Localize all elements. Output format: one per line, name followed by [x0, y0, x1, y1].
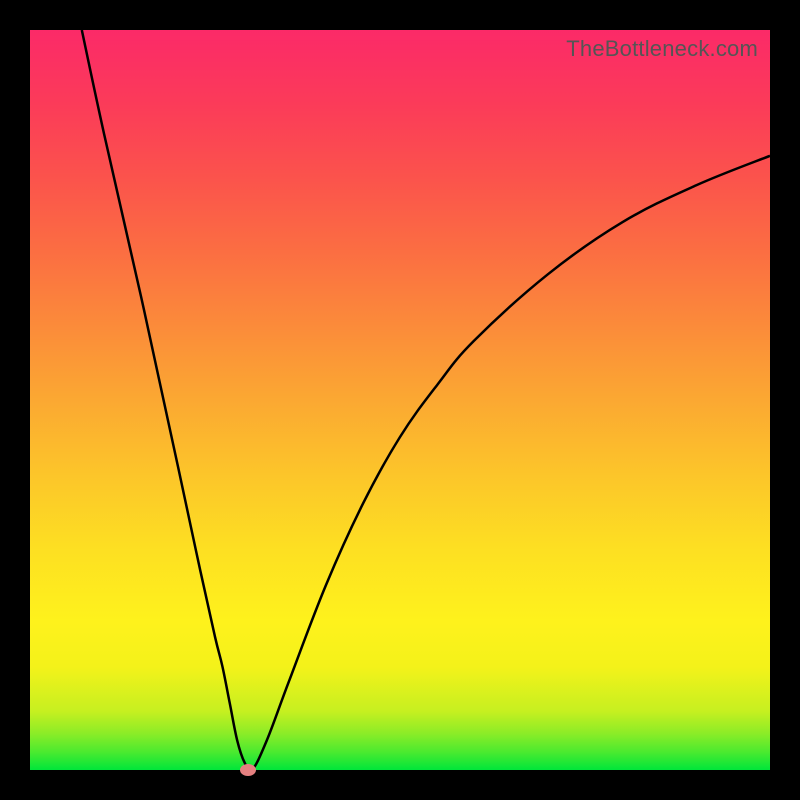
chart-frame: TheBottleneck.com — [0, 0, 800, 800]
curve-svg — [30, 30, 770, 770]
plot-area: TheBottleneck.com — [30, 30, 770, 770]
bottleneck-curve — [82, 30, 770, 771]
optimum-marker — [240, 764, 256, 776]
